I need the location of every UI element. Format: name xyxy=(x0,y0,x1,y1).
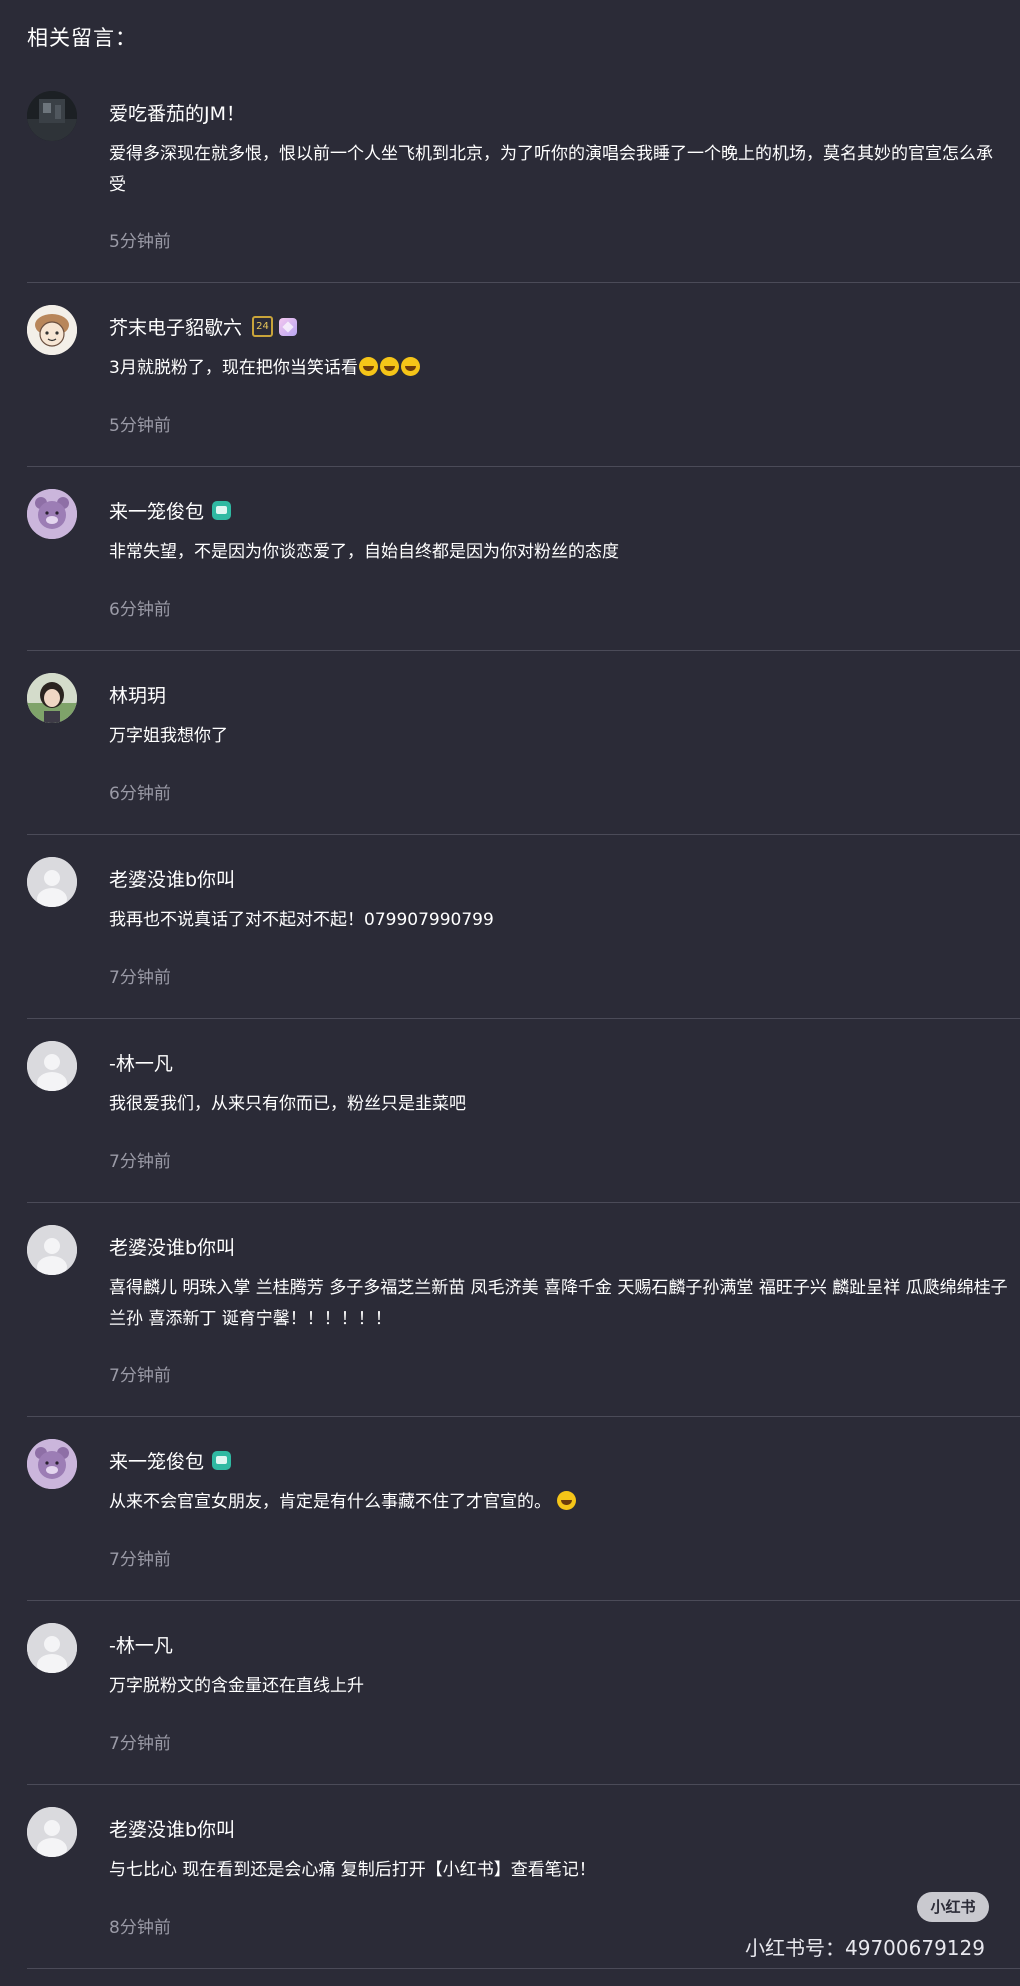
comment-text: 与七比心 现在看到还是会心痛 复制后打开【小红书】查看笔记！ xyxy=(109,1860,596,1880)
comment-text: 3月就脱粉了，现在把你当笑话看 xyxy=(109,353,1009,384)
comment-time: 7分钟前 xyxy=(109,1734,171,1754)
comment-time: 7分钟前 xyxy=(109,968,171,988)
bear-avatar-icon xyxy=(27,489,77,539)
comment-time: 6分钟前 xyxy=(109,600,171,620)
avatar[interactable] xyxy=(27,1439,77,1489)
comment-time: 5分钟前 xyxy=(109,232,171,252)
comment-text: 喜得麟儿 明珠入掌 兰桂腾芳 多子多福芝兰新苗 凤毛济美 喜降千金 天赐石麟子孙… xyxy=(109,1278,1008,1329)
divider xyxy=(27,1784,1020,1785)
laugh-cry-emoji-icon xyxy=(358,357,378,376)
smile-emoji-icon xyxy=(557,1491,577,1510)
gem-icon xyxy=(279,317,298,336)
chat-icon xyxy=(212,1451,232,1470)
default-avatar-icon xyxy=(27,857,77,907)
username-text: 来一笼俊包 xyxy=(109,501,205,523)
comment-text: 我很爱我们，从来只有你而已，粉丝只是韭菜吧 xyxy=(109,1094,466,1114)
avatar[interactable] xyxy=(27,857,77,907)
divider xyxy=(27,1968,1020,1969)
comment-time: 7分钟前 xyxy=(109,1152,171,1172)
default-avatar-icon xyxy=(27,1807,77,1857)
divider xyxy=(27,466,1020,467)
username-text: 来一笼俊包 xyxy=(109,1451,205,1473)
xiaohongshu-id: 小红书号：49700679129 xyxy=(745,1936,985,1960)
avatar[interactable] xyxy=(27,1623,77,1673)
username[interactable]: 芥末电子貂歇六 24 xyxy=(109,313,298,340)
laugh-cry-emoji-icon xyxy=(400,357,420,376)
avatar[interactable] xyxy=(27,1041,77,1091)
avatar[interactable] xyxy=(27,91,77,141)
comment-text-content: 3月就脱粉了，现在把你当笑话看 xyxy=(109,358,358,378)
comment-text: 万字脱粉文的含金量还在直线上升 xyxy=(109,1676,364,1696)
comment-time: 7分钟前 xyxy=(109,1366,171,1386)
divider xyxy=(27,282,1020,283)
person-photo-avatar-icon xyxy=(27,673,77,723)
username-text: -林一凡 xyxy=(109,1053,173,1075)
comment-text: 爱得多深现在就多恨，恨以前一个人坐飞机到北京，为了听你的演唱会我睡了一个晚上的机… xyxy=(109,144,993,195)
level-badge: 24 xyxy=(252,316,274,337)
comment-text-content: 从来不会官宣女朋友，肯定是有什么事藏不住了才官宣的。 xyxy=(109,1492,551,1512)
username-text: 林玥玥 xyxy=(109,685,167,707)
avatar[interactable] xyxy=(27,1807,77,1857)
username[interactable]: 林玥玥 xyxy=(109,681,166,708)
username-text: 老婆没谁b你叫 xyxy=(109,1819,236,1841)
divider xyxy=(27,1600,1020,1601)
comment-text: 从来不会官宣女朋友，肯定是有什么事藏不住了才官宣的。 xyxy=(109,1487,1009,1518)
username[interactable]: -林一凡 xyxy=(109,1049,173,1076)
chat-icon xyxy=(212,501,232,520)
avatar[interactable] xyxy=(27,489,77,539)
comment-text: 万字姐我想你了 xyxy=(109,726,228,746)
username-text: 老婆没谁b你叫 xyxy=(109,1237,236,1259)
laugh-cry-emoji-icon xyxy=(379,357,399,376)
username[interactable]: 来一笼俊包 xyxy=(109,497,232,524)
username[interactable]: 老婆没谁b你叫 xyxy=(109,865,235,892)
username-text: 爱吃番茄的JM！ xyxy=(109,103,245,125)
username-text: 芥末电子貂歇六 xyxy=(109,317,243,339)
default-avatar-icon xyxy=(27,1623,77,1673)
divider xyxy=(27,1018,1020,1019)
bear-avatar-icon xyxy=(27,1439,77,1489)
comment-text: 非常失望，不是因为你谈恋爱了，自始自终都是因为你对粉丝的态度 xyxy=(109,542,619,562)
comment-time: 7分钟前 xyxy=(109,1550,171,1570)
username-text: 老婆没谁b你叫 xyxy=(109,869,236,891)
divider xyxy=(27,650,1020,651)
divider xyxy=(27,1202,1020,1203)
cartoon-avatar-icon xyxy=(27,305,77,355)
comment-text: 我再也不说真话了对不起对不起！079907990799 xyxy=(109,910,494,930)
username[interactable]: 爱吃番茄的JM！ xyxy=(109,99,245,126)
comment-time: 5分钟前 xyxy=(109,416,171,436)
username-text: -林一凡 xyxy=(109,1635,173,1657)
dark-photo-avatar-icon xyxy=(27,91,77,141)
username[interactable]: 老婆没谁b你叫 xyxy=(109,1815,235,1842)
divider xyxy=(27,1416,1020,1417)
username[interactable]: 老婆没谁b你叫 xyxy=(109,1233,235,1260)
comment-time: 8分钟前 xyxy=(109,1918,171,1938)
avatar[interactable] xyxy=(27,305,77,355)
default-avatar-icon xyxy=(27,1225,77,1275)
avatar[interactable] xyxy=(27,1225,77,1275)
xiaohongshu-logo: 小红书 xyxy=(917,1892,989,1922)
username[interactable]: -林一凡 xyxy=(109,1631,173,1658)
comment-time: 6分钟前 xyxy=(109,784,171,804)
default-avatar-icon xyxy=(27,1041,77,1091)
avatar[interactable] xyxy=(27,673,77,723)
section-title: 相关留言： xyxy=(27,26,137,50)
divider xyxy=(27,834,1020,835)
username[interactable]: 来一笼俊包 xyxy=(109,1447,232,1474)
